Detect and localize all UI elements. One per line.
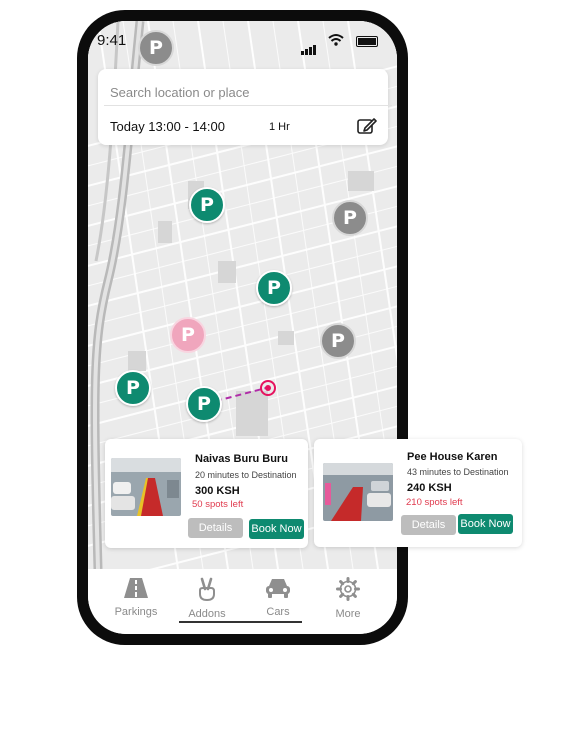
search-input[interactable] [104, 79, 392, 106]
nav-item-more[interactable]: More [318, 577, 378, 620]
nav-label: Cars [266, 606, 290, 618]
signal-icon [301, 37, 317, 55]
parking-card[interactable]: Pee House Karen 43 minutes to Destinatio… [314, 439, 522, 547]
car-icon [266, 579, 290, 598]
nav-active-indicator [179, 621, 302, 623]
wifi-icon [328, 34, 344, 46]
parking-pin[interactable]: P [189, 187, 225, 223]
parking-pin[interactable]: P [115, 370, 151, 406]
parking-spots: 50 spots left [192, 499, 244, 510]
book-now-button[interactable]: Book Now [458, 514, 513, 534]
parking-pin[interactable]: P [256, 270, 292, 306]
parking-spots: 210 spots left [406, 497, 463, 508]
parking-thumbnail [323, 463, 393, 521]
time-range[interactable]: Today 13:00 - 14:00 [110, 119, 225, 134]
details-button[interactable]: Details [401, 515, 456, 535]
nav-item-addons[interactable]: Addons [177, 577, 237, 620]
parking-distance: 43 minutes to Destination [407, 467, 509, 477]
nav-item-parkings[interactable]: Parkings [106, 577, 166, 618]
peace-hand-icon [199, 577, 215, 602]
parking-name: Pee House Karen [407, 451, 498, 463]
edit-icon[interactable] [356, 116, 378, 136]
parking-pin-selected[interactable]: P [170, 317, 206, 353]
nav-label: Parkings [114, 606, 158, 618]
parking-thumbnail [111, 458, 181, 516]
battery-icon [356, 36, 378, 47]
nav-label: More [335, 608, 361, 620]
parking-pin[interactable]: P [320, 323, 356, 359]
parking-pin[interactable]: P [332, 200, 368, 236]
parking-distance: 20 minutes to Destination [195, 470, 297, 480]
nav-item-cars[interactable]: Cars [248, 577, 308, 618]
nav-label: Addons [188, 608, 226, 620]
book-now-button[interactable]: Book Now [249, 519, 304, 539]
bottom-nav: Parkings Addons Cars More [88, 569, 397, 634]
parking-price: 240 KSH [407, 482, 452, 494]
parking-name: Naivas Buru Buru [195, 453, 288, 465]
parking-card[interactable]: Naivas Buru Buru 20 minutes to Destinati… [105, 439, 308, 548]
search-card: Today 13:00 - 14:00 1 Hr [98, 69, 392, 145]
road-icon [124, 578, 148, 598]
details-button[interactable]: Details [188, 518, 243, 538]
status-bar: 9:41 [88, 21, 397, 61]
status-time: 9:41 [97, 32, 127, 49]
parking-price: 300 KSH [195, 485, 240, 497]
parking-pin[interactable]: P [186, 386, 222, 422]
duration[interactable]: 1 Hr [269, 121, 290, 133]
gear-icon [336, 577, 360, 601]
